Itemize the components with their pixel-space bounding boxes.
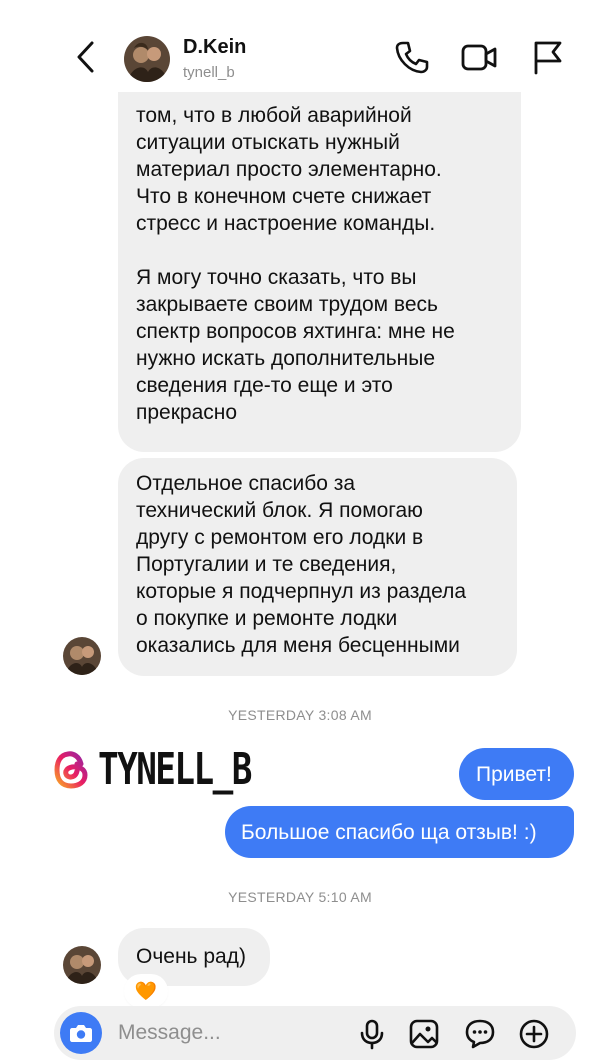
avatar[interactable] xyxy=(63,637,101,675)
back-icon[interactable] xyxy=(72,38,100,76)
image-icon[interactable] xyxy=(408,1018,440,1050)
heart-reaction[interactable]: 🧡 xyxy=(126,976,166,1006)
avatar[interactable] xyxy=(63,946,101,984)
message-bubble-sent[interactable]: Привет! xyxy=(459,748,574,800)
plus-icon[interactable] xyxy=(518,1018,550,1050)
threads-logo-icon xyxy=(54,750,88,789)
message-bubble-received[interactable]: том, что в любой аварийной ситуации отыс… xyxy=(118,70,521,452)
timestamp: YESTERDAY 5:10 AM xyxy=(228,889,372,905)
contact-name[interactable]: D.Kein xyxy=(183,36,246,59)
watermark-handle: TYNELL_B xyxy=(98,744,252,795)
sticker-icon[interactable] xyxy=(464,1018,496,1050)
video-icon[interactable] xyxy=(460,38,498,76)
avatar[interactable] xyxy=(124,36,170,82)
camera-button[interactable] xyxy=(60,1012,102,1054)
camera-icon xyxy=(70,1025,92,1042)
phone-icon[interactable] xyxy=(392,38,430,76)
message-input[interactable] xyxy=(118,1020,318,1046)
microphone-icon[interactable] xyxy=(356,1018,388,1050)
contact-handle: tynell_b xyxy=(183,64,235,81)
timestamp: YESTERDAY 3:08 AM xyxy=(228,707,372,723)
watermark: TYNELL_B xyxy=(52,744,294,795)
flag-icon[interactable] xyxy=(528,38,566,76)
message-bubble-received[interactable]: Отдельное спасибо за технический блок. Я… xyxy=(118,458,517,676)
chat-header: D.Kein tynell_b xyxy=(0,0,600,92)
message-composer xyxy=(54,1006,576,1060)
message-bubble-sent[interactable]: Большое спасибо ща отзыв! :) xyxy=(225,806,574,858)
